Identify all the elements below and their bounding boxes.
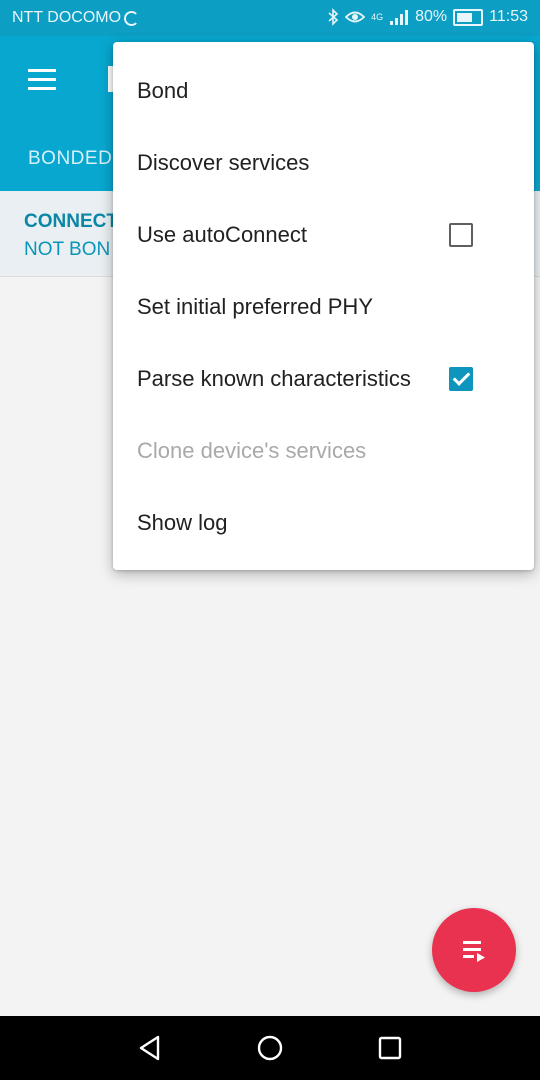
menu-item-parse-characteristics[interactable]: Parse known characteristics (113, 343, 534, 415)
system-nav-bar (0, 1016, 540, 1080)
menu-item-label: Set initial preferred PHY (137, 294, 373, 319)
autoconnect-checkbox[interactable] (449, 223, 473, 247)
menu-item-clone-services: Clone device's services (113, 415, 534, 487)
menu-icon[interactable] (28, 69, 56, 90)
status-bar: NTT DOCOMO 4G 80% 11:53 (0, 0, 540, 36)
menu-item-label: Discover services (137, 150, 310, 175)
menu-item-discover-services[interactable]: Discover services (113, 127, 534, 199)
menu-item-bond[interactable]: Bond (113, 55, 534, 127)
menu-item-label: Clone device's services (137, 438, 367, 463)
tab-bonded[interactable]: BONDED (28, 148, 112, 170)
menu-item-label: Show log (137, 510, 228, 535)
bluetooth-icon (328, 8, 339, 26)
menu-item-label: Bond (137, 78, 189, 103)
eye-icon (345, 11, 366, 23)
log-list-icon (463, 941, 485, 962)
menu-item-set-preferred-phy[interactable]: Set initial preferred PHY (113, 271, 534, 343)
bond-status: NOT BON (24, 239, 111, 260)
back-icon[interactable] (134, 1032, 166, 1064)
show-log-fab[interactable] (432, 908, 516, 992)
clock: 11:53 (489, 8, 528, 25)
carrier-name: NTT DOCOMO (12, 9, 122, 26)
overflow-menu: Bond Discover services Use autoConnect S… (113, 42, 534, 570)
loading-icon (124, 10, 140, 26)
parse-characteristics-checkbox[interactable] (449, 367, 473, 391)
menu-item-label: Use autoConnect (137, 222, 307, 247)
battery-percent: 80% (415, 8, 448, 25)
signal-icon (390, 10, 409, 25)
network-type: 4G (371, 11, 384, 22)
recents-icon[interactable] (374, 1032, 406, 1064)
carrier-group: NTT DOCOMO (12, 9, 140, 27)
menu-item-label: Parse known characteristics (137, 366, 411, 391)
home-icon[interactable] (254, 1032, 286, 1064)
connection-status: CONNECT (24, 211, 118, 232)
menu-item-show-log[interactable]: Show log (113, 487, 534, 559)
menu-item-use-autoconnect[interactable]: Use autoConnect (113, 199, 534, 271)
battery-icon (453, 8, 484, 26)
status-icons: 4G 80% 11:53 (327, 8, 528, 26)
